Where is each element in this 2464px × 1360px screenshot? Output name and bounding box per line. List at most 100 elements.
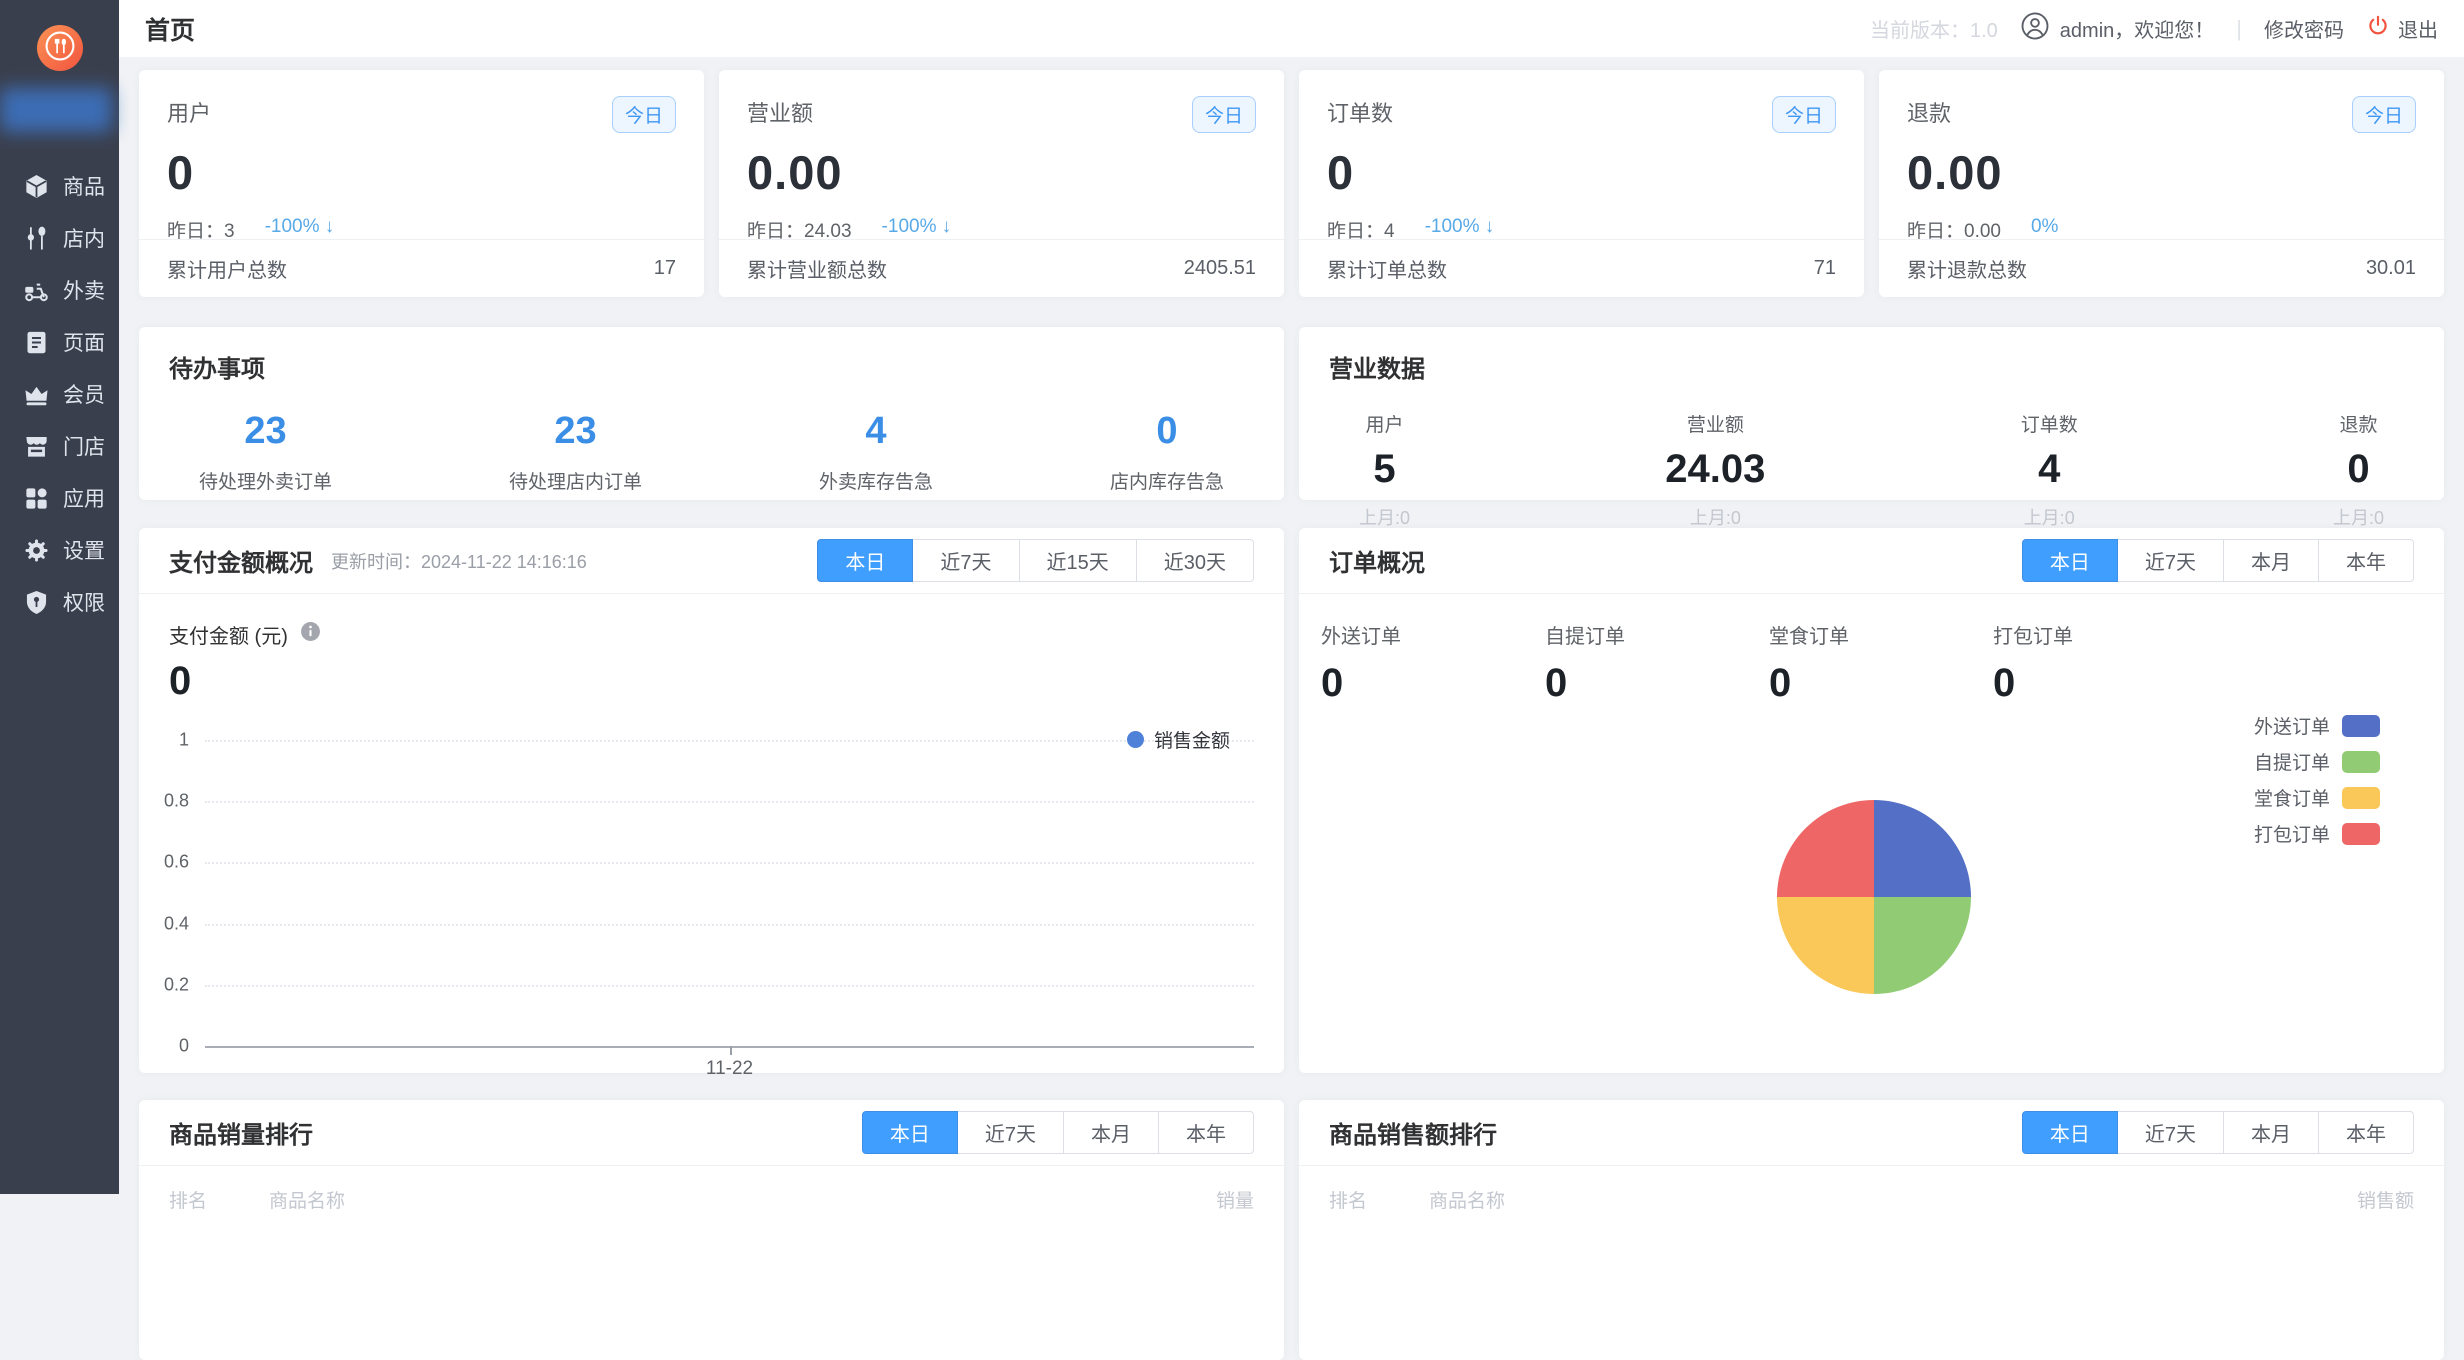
- tab-month[interactable]: 本月: [1063, 1111, 1159, 1154]
- page-title: 首页: [145, 11, 195, 47]
- sidebar-item-settings[interactable]: 设置: [0, 524, 119, 576]
- tab-today[interactable]: 本日: [2022, 1111, 2118, 1154]
- sidebar-item-pages[interactable]: 页面: [0, 316, 119, 368]
- tab-7days[interactable]: 近7天: [912, 539, 1019, 582]
- sidebar-item-members[interactable]: 会员: [0, 368, 119, 420]
- todo-label: 待处理外卖订单: [199, 467, 332, 494]
- sidebar-item-label: 权限: [63, 587, 105, 617]
- today-badge: 今日: [2352, 96, 2416, 133]
- todo-panel: 待办事项 23 待处理外卖订单 23 待处理店内订单 4 外卖库存告急 0 店内…: [139, 327, 1284, 500]
- sidebar-item-stores[interactable]: 门店: [0, 420, 119, 472]
- todo-count: 4: [819, 410, 933, 453]
- tab-year[interactable]: 本年: [2318, 1111, 2414, 1154]
- tab-year[interactable]: 本年: [2318, 539, 2414, 582]
- sidebar: 商品 店内 外卖 页面 会员: [0, 0, 119, 1194]
- avatar-icon: [2020, 11, 2050, 47]
- user-menu[interactable]: admin，欢迎您！: [2020, 11, 2214, 47]
- crown-icon: [23, 381, 50, 408]
- payment-overview-panel: 支付金额概况 更新时间：2024-11-22 14:16:16 本日 近7天 近…: [139, 528, 1284, 1073]
- todo-item-takeout-orders[interactable]: 23 待处理外卖订单: [199, 410, 332, 494]
- logout-button[interactable]: 退出: [2366, 14, 2438, 44]
- card-value: 0.00: [1907, 145, 2416, 200]
- panel-title: 商品销量排行: [169, 1115, 313, 1150]
- store-name-redacted: [0, 88, 112, 132]
- tab-month[interactable]: 本月: [2223, 539, 2319, 582]
- tab-30days[interactable]: 近30天: [1136, 539, 1254, 582]
- tab-year[interactable]: 本年: [1158, 1111, 1254, 1154]
- legend-swatch-icon: [2342, 751, 2380, 773]
- middle-row: 待办事项 23 待处理外卖订单 23 待处理店内订单 4 外卖库存告急 0 店内…: [139, 327, 2444, 500]
- tab-7days[interactable]: 近7天: [2117, 1111, 2224, 1154]
- revenue-rank-tabs: 本日 近7天 本月 本年: [2023, 1111, 2414, 1154]
- info-icon[interactable]: [300, 621, 321, 648]
- version-label: 当前版本：1.0: [1870, 14, 1998, 43]
- tab-7days[interactable]: 近7天: [2117, 539, 2224, 582]
- todo-item-takeout-stock[interactable]: 4 外卖库存告急: [819, 410, 933, 494]
- stat-cards-row: 用户今日 0 昨日：3-100% ↓ 累计用户总数17 营业额今日 0.00 昨…: [139, 70, 2444, 297]
- stat-card-orders: 订单数今日 0 昨日：4-100% ↓ 累计订单总数71: [1299, 70, 1864, 297]
- todo-label: 待处理店内订单: [509, 467, 642, 494]
- order-stat-dinein: 堂食订单 0: [1769, 620, 1993, 706]
- rank-table-header: 排名 商品名称 销量: [139, 1166, 1284, 1213]
- plot-area: [205, 740, 1254, 1046]
- order-pie: [1777, 800, 1971, 994]
- payment-range-tabs: 本日 近7天 近15天 近30天: [818, 539, 1254, 582]
- sidebar-item-label: 店内: [63, 223, 105, 253]
- power-icon: [2366, 14, 2390, 44]
- sidebar-item-apps[interactable]: 应用: [0, 472, 119, 524]
- todo-item-instore-orders[interactable]: 23 待处理店内订单: [509, 410, 642, 494]
- business-stat-revenue: 营业额 24.03 上月:0: [1665, 410, 1765, 530]
- legend-item-dinein[interactable]: 堂食订单: [2254, 784, 2380, 811]
- total-label: 累计用户总数: [167, 254, 287, 283]
- legend-dot-icon: [1127, 731, 1144, 748]
- stat-card-refunds: 退款今日 0.00 昨日：0.000% 累计退款总数30.01: [1879, 70, 2444, 297]
- todo-count: 23: [199, 410, 332, 453]
- app-logo[interactable]: [37, 25, 83, 71]
- x-axis-label: 11-22: [205, 1058, 1254, 1080]
- sidebar-item-instore[interactable]: 店内: [0, 212, 119, 264]
- business-stat-refunds: 退款 0 上月:0: [2333, 410, 2384, 530]
- cube-icon: [23, 173, 50, 200]
- business-stat-users: 用户 5 上月:0: [1359, 410, 1410, 530]
- stat-card-users: 用户今日 0 昨日：3-100% ↓ 累计用户总数17: [139, 70, 704, 297]
- updated-time: 更新时间：2024-11-22 14:16:16: [331, 548, 587, 574]
- rank-table-header: 排名 商品名称 销售额: [1299, 1166, 2444, 1213]
- total-value: 30.01: [2366, 257, 2416, 280]
- document-icon: [23, 329, 50, 356]
- tab-15days[interactable]: 近15天: [1019, 539, 1137, 582]
- order-stat-pickup: 自提订单 0: [1545, 620, 1769, 706]
- sidebar-item-goods[interactable]: 商品: [0, 160, 119, 212]
- legend-item-takeaway[interactable]: 打包订单: [2254, 820, 2380, 847]
- shield-icon: [23, 589, 50, 616]
- sidebar-item-takeout[interactable]: 外卖: [0, 264, 119, 316]
- card-value: 0: [1327, 145, 1836, 200]
- legend-swatch-icon: [2342, 823, 2380, 845]
- divider: |: [2236, 16, 2242, 42]
- legend-item-sales-amount[interactable]: 销售金额: [1127, 726, 1230, 753]
- change-password-button[interactable]: 修改密码: [2264, 14, 2344, 43]
- main-content: 用户今日 0 昨日：3-100% ↓ 累计用户总数17 营业额今日 0.00 昨…: [119, 57, 2464, 1360]
- business-stat-orders: 订单数 4 上月:0: [2021, 410, 2078, 530]
- cutlery-icon: [23, 225, 50, 252]
- sidebar-item-label: 页面: [63, 327, 105, 357]
- tab-today[interactable]: 本日: [2022, 539, 2118, 582]
- order-overview-panel: 订单概况 本日 近7天 本月 本年 外送订单 0 自提订单 0 堂: [1299, 528, 2444, 1073]
- todo-count: 23: [509, 410, 642, 453]
- sidebar-item-label: 商品: [63, 171, 105, 201]
- user-welcome: admin，欢迎您！: [2060, 14, 2214, 43]
- legend-item-pickup[interactable]: 自提订单: [2254, 748, 2380, 775]
- business-data-panel: 营业数据 用户 5 上月:0 营业额 24.03 上月:0 订单数 4 上月:0: [1299, 327, 2444, 500]
- sidebar-item-permissions[interactable]: 权限: [0, 576, 119, 628]
- legend-item-delivery[interactable]: 外送订单: [2254, 712, 2380, 739]
- total-label: 累计订单总数: [1327, 254, 1447, 283]
- tab-today[interactable]: 本日: [817, 539, 913, 582]
- ranking-row: 商品销量排行 本日 近7天 本月 本年 排名 商品名称 销量 商品销售额排行 本…: [139, 1100, 2444, 1360]
- sidebar-item-label: 会员: [63, 379, 105, 409]
- cutlery-logo-icon: [37, 23, 83, 74]
- sidebar-item-label: 设置: [63, 535, 105, 565]
- todo-item-instore-stock[interactable]: 0 店内库存告急: [1110, 410, 1224, 494]
- sidebar-item-label: 门店: [63, 431, 105, 461]
- tab-7days[interactable]: 近7天: [957, 1111, 1064, 1154]
- tab-today[interactable]: 本日: [862, 1111, 958, 1154]
- tab-month[interactable]: 本月: [2223, 1111, 2319, 1154]
